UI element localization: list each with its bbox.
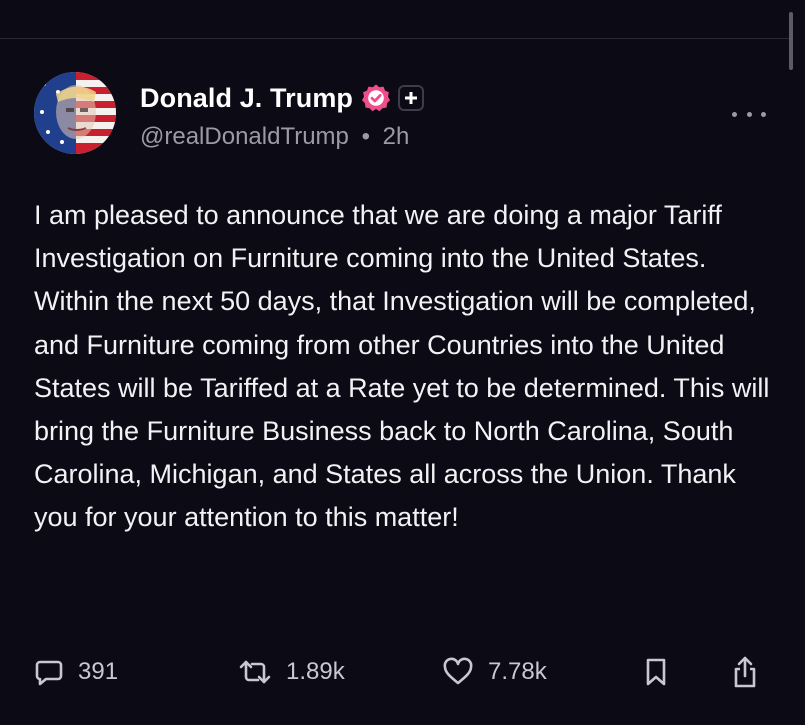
author-name-row: Donald J. Trump [140,80,425,116]
author-display-name[interactable]: Donald J. Trump [140,83,353,114]
reply-icon [34,657,64,687]
share-button[interactable] [730,652,760,692]
post-body: I am pleased to announce that we are doi… [34,200,770,533]
author-meta: @realDonaldTrump • 2h [140,123,409,151]
verified-badge-icon [361,83,391,113]
share-icon [730,655,760,689]
bookmark-icon [644,657,668,687]
post-time[interactable]: 2h [383,123,410,150]
plus-icon[interactable] [398,85,425,111]
more-options-icon[interactable] [732,105,766,123]
author-handle[interactable]: @realDonaldTrump [140,123,349,150]
like-count: 7.78k [488,658,547,685]
avatar-image [34,72,116,154]
like-button[interactable]: 7.78k [442,652,547,692]
scrollbar[interactable] [789,12,793,70]
reply-count: 391 [78,658,119,685]
top-divider [0,38,790,39]
avatar[interactable] [34,72,116,154]
repost-icon [238,657,272,687]
reply-button[interactable]: 391 [34,652,118,692]
heart-icon [442,657,474,687]
repost-button[interactable]: 1.89k [238,652,345,692]
post-actions: 391 1.89k 7.78k [34,652,774,692]
repost-count: 1.89k [286,658,345,685]
meta-separator: • [361,123,370,150]
bookmark-button[interactable] [644,652,668,692]
